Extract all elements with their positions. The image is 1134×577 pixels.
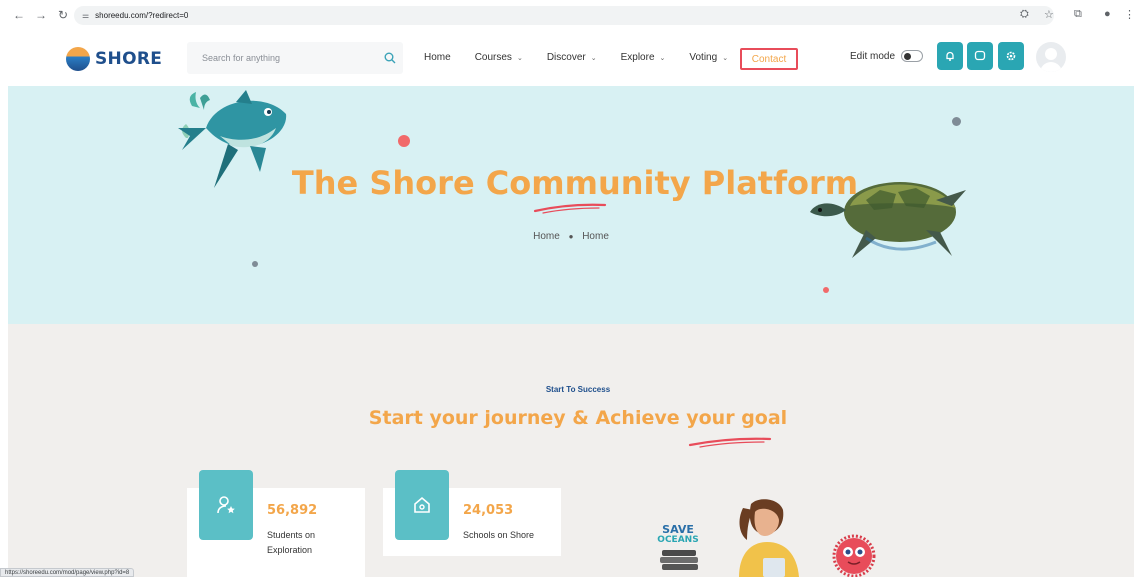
nav-courses[interactable]: Courses ⌄ — [475, 52, 523, 63]
save-oceans-books-illustration: SAVE OCEANS — [650, 524, 706, 577]
browser-menu-icon[interactable]: ⋮ — [1124, 8, 1134, 21]
extensions-icon[interactable]: ⧉ — [1074, 8, 1082, 21]
address-bar[interactable]: ⚌ shoreedu.com/?redirect=0 — [74, 6, 1054, 25]
logo[interactable]: SHORE — [66, 47, 162, 71]
bookmark-star-icon[interactable]: ☆ — [1044, 8, 1054, 21]
stat-label-line: Students on — [267, 530, 316, 540]
contact-button[interactable]: Contact — [740, 48, 798, 70]
section-title: Start your journey & Achieve your goal — [368, 407, 788, 429]
site-header: SHORE Search for anything Home Courses ⌄ … — [0, 30, 1134, 86]
title-underline-icon — [533, 203, 607, 214]
nav-voting[interactable]: Voting ⌄ — [689, 52, 728, 63]
avatar[interactable] — [1036, 42, 1066, 72]
logo-mark-icon — [66, 47, 90, 71]
edit-mode-control: Edit mode — [850, 50, 924, 62]
forward-icon[interactable]: → — [32, 6, 50, 24]
stat-label: Students on Exploration — [267, 528, 315, 558]
decor-dot — [252, 261, 258, 267]
reload-icon[interactable]: ↻ — [54, 6, 72, 24]
bell-icon — [946, 51, 954, 61]
edit-mode-label: Edit mode — [850, 50, 896, 62]
decor-dot — [952, 117, 961, 126]
section-underline-icon — [688, 437, 772, 448]
search-box[interactable]: Search for anything — [187, 42, 403, 74]
nav-discover[interactable]: Discover ⌄ — [547, 52, 597, 63]
settings-button[interactable] — [998, 42, 1024, 70]
notifications-button[interactable] — [937, 42, 963, 70]
badge-text: OCEANS — [657, 535, 699, 545]
chevron-down-icon: ⌄ — [590, 54, 597, 62]
main-nav: Home Courses ⌄ Discover ⌄ Explore ⌄ Voting ⌄ — [424, 52, 752, 63]
breadcrumb-separator-icon: ● — [568, 232, 574, 241]
settings-icon — [1006, 51, 1016, 61]
fuzzy-creature-icon — [832, 534, 876, 577]
breadcrumb: Home ● Home — [8, 231, 1134, 242]
stat-card-schools: 24,053 Schools on Shore — [383, 470, 561, 556]
student-icon — [199, 470, 253, 540]
nav-home-label: Home — [424, 52, 451, 63]
nav-voting-label: Voting — [689, 52, 718, 63]
nav-courses-label: Courses — [474, 52, 512, 63]
breadcrumb-item[interactable]: Home — [533, 231, 560, 242]
hero-banner: The Shore Community Platform Home ● Home — [8, 86, 1134, 324]
stat-card-students: 56,892 Students on Exploration — [187, 470, 365, 577]
profile-icon[interactable]: ● — [1104, 8, 1111, 20]
messages-button[interactable] — [967, 42, 993, 70]
nav-home[interactable]: Home — [424, 52, 451, 63]
decor-dot — [398, 135, 410, 147]
search-icon[interactable] — [377, 52, 403, 64]
stat-label: Schools on Shore — [463, 530, 535, 540]
chevron-down-icon: ⌄ — [659, 54, 666, 62]
nav-explore[interactable]: Explore ⌄ — [621, 52, 666, 63]
logo-text: SHORE — [95, 49, 163, 69]
address-text: shoreedu.com/?redirect=0 — [95, 11, 189, 20]
section-eyebrow: Start To Success — [545, 385, 611, 394]
page-title: The Shore Community Platform — [291, 164, 859, 202]
search-input[interactable]: Search for anything — [202, 53, 377, 63]
stat-number: 24,053 — [463, 503, 514, 518]
edit-mode-toggle[interactable] — [901, 50, 924, 62]
site-info-icon[interactable]: ⚌ — [82, 11, 89, 20]
stat-label-line: Exploration — [267, 545, 313, 555]
nav-discover-label: Discover — [546, 52, 586, 63]
status-url-tooltip: https://shoreedu.com/mod/page/view.php?i… — [0, 568, 135, 577]
chat-icon — [974, 50, 986, 61]
decor-dot — [823, 287, 829, 293]
chevron-down-icon: ⌄ — [516, 54, 523, 62]
school-icon — [395, 470, 449, 540]
back-icon[interactable]: ← — [10, 6, 28, 24]
nav-explore-label: Explore — [620, 52, 655, 63]
page: ← → ↻ ⚌ shoreedu.com/?redirect=0 ⛭ ☆ ⧉ ●… — [0, 0, 1134, 577]
browser-toolbar: ← → ↻ ⚌ shoreedu.com/?redirect=0 ⛭ ☆ ⧉ ●… — [0, 0, 1134, 30]
stat-number: 56,892 — [267, 503, 318, 518]
translate-icon[interactable]: ⛭ — [1020, 8, 1029, 21]
chevron-down-icon: ⌄ — [722, 54, 729, 62]
breadcrumb-item: Home — [582, 231, 609, 242]
achievements-section: Start To Success Start your journey & Ac… — [8, 324, 1134, 577]
badge-text: SAVE — [662, 523, 694, 536]
girl-illustration-icon — [739, 499, 799, 577]
